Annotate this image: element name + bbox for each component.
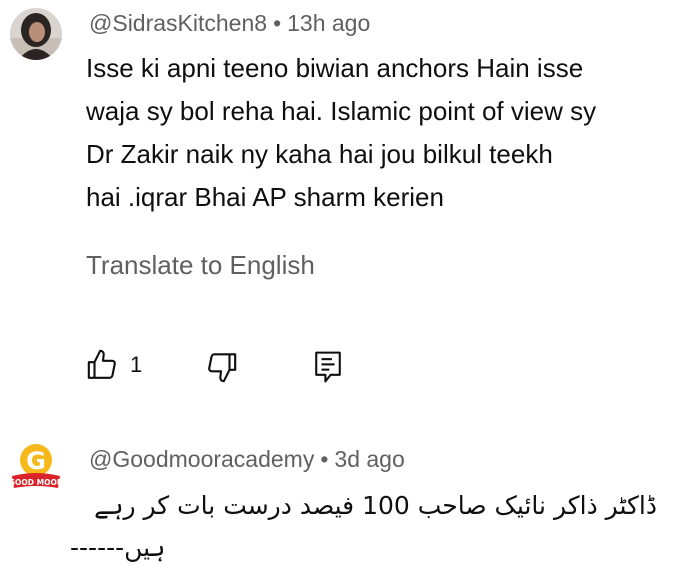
like-count: 1 [130, 352, 143, 377]
dislike-icon [208, 353, 237, 383]
author-name[interactable]: @Goodmooracademy [89, 446, 314, 472]
svg-text:G: G [26, 447, 46, 475]
comment-text: ڈاکٹر ذاکر نائیک صاحب 100 فیصد درست بات … [70, 485, 657, 569]
meta-separator: • [273, 10, 282, 36]
comment-actions: 1 [86, 348, 366, 388]
svg-text:GOOD MOON: GOOD MOON [9, 478, 63, 487]
comment-meta: @Goodmooracademy • 3d ago [89, 446, 405, 473]
comment-text-line: ڈاکٹر ذاکر نائیک صاحب 100 فیصد درست بات … [94, 491, 657, 520]
avatar-image [10, 8, 62, 60]
comment-text-line: hai .iqrar Bhai AP sharm kerien [86, 182, 444, 212]
comment-text-line: Dr Zakir naik ny kaha hai jou bilkul tee… [86, 139, 553, 169]
comment-item: @SidrasKitchen8 • 13h ago Isse ki apni tee… [0, 0, 677, 400]
like-icon [87, 349, 116, 379]
author-name[interactable]: @SidrasKitchen8 [89, 10, 267, 36]
translate-button[interactable]: Translate to English [86, 250, 315, 281]
dislike-button[interactable] [204, 350, 238, 384]
good-moon-logo: G GOOD MOON [8, 442, 64, 498]
timestamp[interactable]: 3d ago [334, 446, 404, 472]
reply-button[interactable] [312, 350, 344, 384]
comment-text-line: waja sy bol reha hai. Islamic point of v… [86, 96, 597, 126]
timestamp[interactable]: 13h ago [287, 10, 370, 36]
comment-text-line: Isse ki apni teeno biwian anchors Hain i… [86, 53, 584, 83]
like-button[interactable]: 1 [86, 348, 142, 382]
avatar[interactable] [10, 8, 62, 60]
reply-icon [315, 351, 341, 383]
comment-item: G GOOD MOON @Goodmooracademy • 3d ago ڈاکٹ… [0, 430, 677, 577]
meta-separator: • [320, 446, 329, 472]
comment-text-line: ہیں------ [70, 533, 166, 562]
avatar[interactable]: G GOOD MOON [8, 442, 64, 498]
comment-text: Isse ki apni teeno biwian anchors Hain i… [86, 47, 676, 219]
comment-meta: @SidrasKitchen8 • 13h ago [89, 10, 370, 37]
